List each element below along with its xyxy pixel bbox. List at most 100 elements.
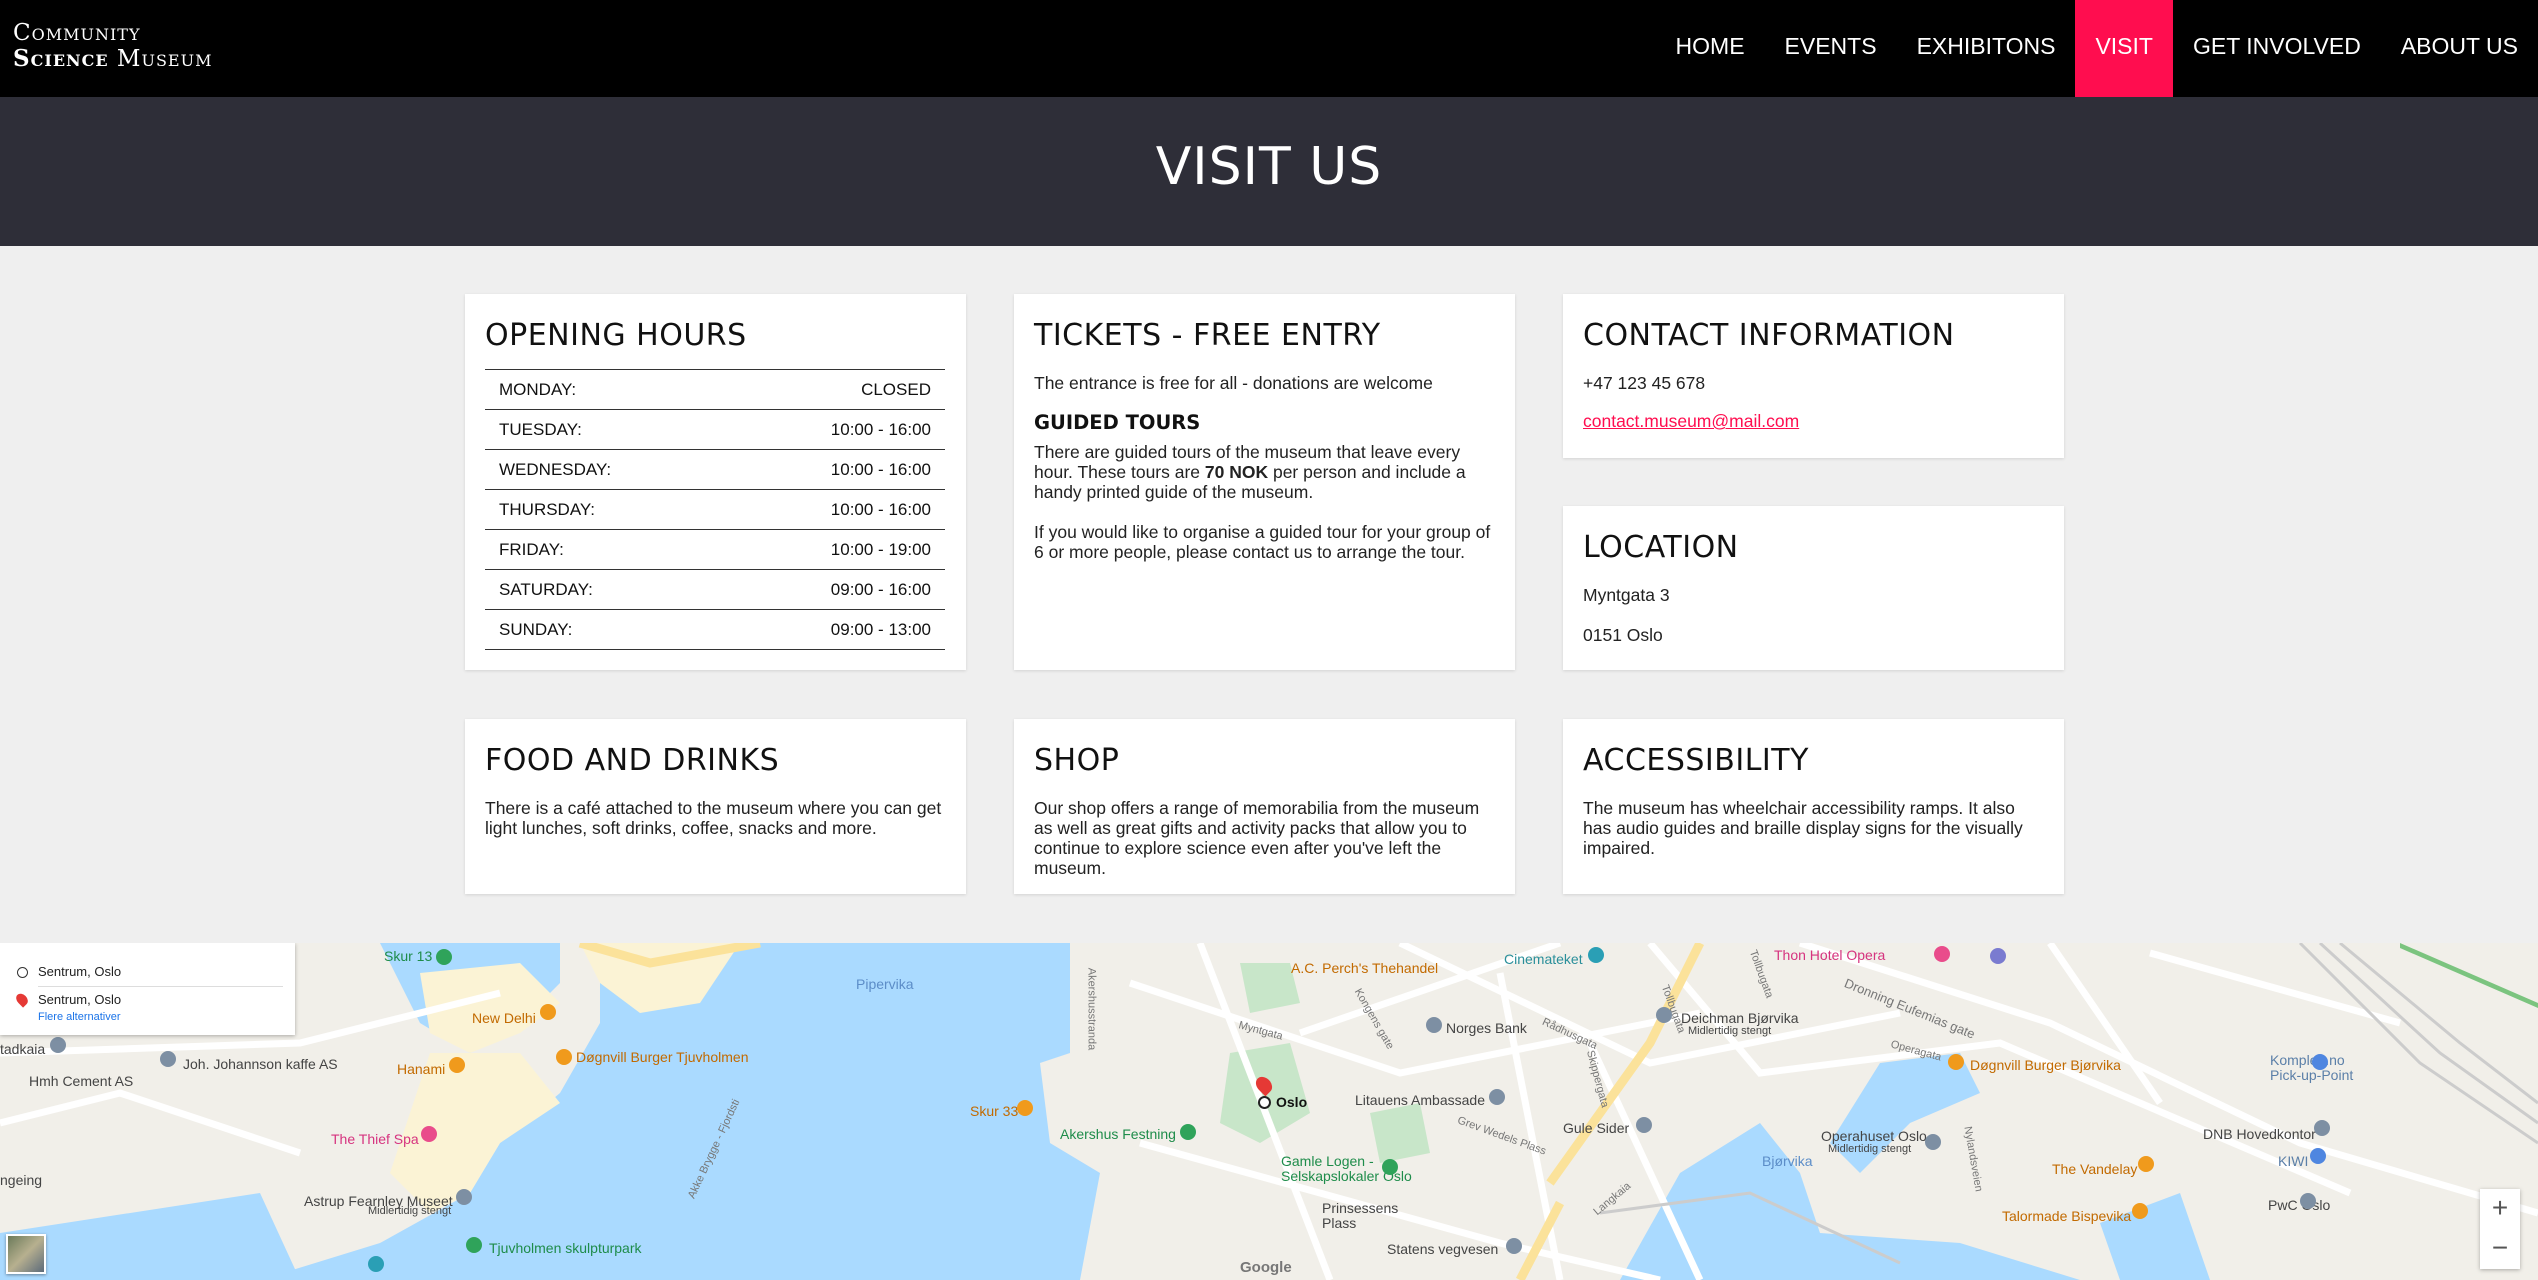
map-label[interactable]: A.C. Perch's Thehandel xyxy=(1291,960,1438,976)
logo-museum: Museum xyxy=(116,46,213,72)
map-label: Hmh Cement AS xyxy=(29,1073,134,1089)
map-label[interactable]: New Delhi xyxy=(472,1010,536,1026)
direction-to[interactable]: Sentrum, Oslo xyxy=(38,992,121,1007)
poi-marker[interactable] xyxy=(1426,1017,1442,1033)
top-navbar: Community Science Museum HOME EVENTS EXH… xyxy=(0,0,2538,97)
map-label[interactable]: Talormade Bispevika xyxy=(2002,1208,2131,1224)
map-label[interactable]: Norges Bank xyxy=(1446,1020,1527,1036)
map-label: Prinsessens Plass xyxy=(1322,1200,1399,1231)
map-label[interactable]: Skur 33 xyxy=(970,1103,1018,1119)
food-title: FOOD AND DRINKS xyxy=(485,743,780,778)
map-label[interactable]: Operahuset Oslo xyxy=(1821,1128,1927,1144)
map-label[interactable]: Døgnvill Burger Tjuvholmen xyxy=(576,1049,748,1065)
map-label: Midlertidig stengt xyxy=(1688,1025,1772,1037)
table-row: THURSDAY: 10:00 - 16:00 xyxy=(485,489,945,530)
logo-science: Science xyxy=(13,45,109,72)
map-label[interactable]: DNB Hovedkontor xyxy=(2203,1126,2316,1142)
poi-marker[interactable] xyxy=(1180,1124,1196,1140)
embedded-map[interactable]: Skur 13 Pipervika New Delhi Døgnvill Bur… xyxy=(0,943,2538,1280)
poi-marker[interactable] xyxy=(1990,948,2006,964)
poi-marker[interactable] xyxy=(1925,1134,1941,1150)
contact-email-link[interactable]: contact.museum@mail.com xyxy=(1583,411,1799,431)
poi-marker[interactable] xyxy=(1588,947,1604,963)
poi-marker[interactable] xyxy=(2310,1148,2326,1164)
map-label[interactable]: Gamle Logen - Selskapslokaler Oslo xyxy=(1281,1154,1421,1184)
day-label: SATURDAY: xyxy=(485,569,726,610)
poi-marker[interactable] xyxy=(456,1189,472,1205)
time-value: 10:00 - 16:00 xyxy=(725,409,945,450)
map-label[interactable]: The Vandelay xyxy=(2052,1161,2137,1177)
poi-marker[interactable] xyxy=(2300,1193,2316,1209)
poi-marker[interactable] xyxy=(368,1256,384,1272)
poi-marker[interactable] xyxy=(2132,1203,2148,1219)
time-value: 09:00 - 16:00 xyxy=(725,569,945,610)
map-label[interactable]: Gule Sider xyxy=(1563,1120,1629,1136)
map-label[interactable]: Tjuvholmen skulpturpark xyxy=(489,1240,642,1256)
accessibility-text: The museum has wheelchair accessibility … xyxy=(1583,798,2023,858)
nav-item-home[interactable]: HOME xyxy=(1656,0,1765,97)
satellite-toggle[interactable] xyxy=(6,1234,46,1274)
poi-marker[interactable] xyxy=(449,1057,465,1073)
contact-title: CONTACT INFORMATION xyxy=(1583,318,1955,353)
zoom-in-button[interactable]: + xyxy=(2480,1189,2520,1229)
map-label[interactable]: Cinemateket xyxy=(1504,951,1583,967)
map-label: Pipervika xyxy=(856,976,914,992)
destination-pin-icon xyxy=(13,991,31,1008)
poi-marker[interactable] xyxy=(1382,1159,1398,1175)
poi-marker[interactable] xyxy=(1506,1238,1522,1254)
map-label[interactable]: Statens vegvesen xyxy=(1387,1241,1498,1257)
location-title: LOCATION xyxy=(1583,530,1739,565)
poi-marker[interactable] xyxy=(1948,1054,1964,1070)
map-label[interactable]: The Thief Spa xyxy=(331,1131,419,1147)
direction-from[interactable]: Sentrum, Oslo xyxy=(38,964,121,979)
map-label[interactable]: Thon Hotel Opera xyxy=(1774,947,1885,963)
map-label[interactable]: KIWI xyxy=(2278,1153,2308,1169)
main-menu: HOME EVENTS EXHIBITONS VISIT GET INVOLVE… xyxy=(1656,0,2538,97)
map-canvas[interactable] xyxy=(0,943,2538,1280)
poi-marker[interactable] xyxy=(466,1237,482,1253)
food-text: There is a café attached to the museum w… xyxy=(485,798,942,838)
nav-item-events[interactable]: EVENTS xyxy=(1765,0,1897,97)
nav-item-get-involved[interactable]: GET INVOLVED xyxy=(2173,0,2381,97)
table-row: FRIDAY: 10:00 - 19:00 xyxy=(485,529,945,570)
nav-item-visit[interactable]: VISIT xyxy=(2075,0,2173,97)
group-tours-text: If you would like to organise a guided t… xyxy=(1034,522,1491,562)
poi-marker[interactable] xyxy=(540,1004,556,1020)
food-card: FOOD AND DRINKS There is a café attached… xyxy=(465,719,966,894)
map-label[interactable]: Deichman Bjørvika xyxy=(1681,1010,1798,1026)
contact-phone: +47 123 45 678 xyxy=(1583,373,1706,393)
poi-marker[interactable] xyxy=(1489,1089,1505,1105)
map-label[interactable]: Litauens Ambassade xyxy=(1355,1092,1485,1108)
poi-marker[interactable] xyxy=(1017,1100,1033,1116)
nav-item-about-us[interactable]: ABOUT US xyxy=(2381,0,2538,97)
time-value: 10:00 - 19:00 xyxy=(725,529,945,570)
poi-marker[interactable] xyxy=(2138,1156,2154,1172)
day-label: THURSDAY: xyxy=(485,489,726,530)
poi-marker[interactable] xyxy=(556,1049,572,1065)
logo-line-2: Science Museum xyxy=(13,45,213,73)
day-label: TUESDAY: xyxy=(485,409,726,450)
poi-marker[interactable] xyxy=(1656,1007,1672,1023)
poi-marker[interactable] xyxy=(1636,1117,1652,1133)
poi-marker[interactable] xyxy=(2312,1054,2328,1070)
poi-marker[interactable] xyxy=(160,1051,176,1067)
accessibility-title: ACCESSIBILITY xyxy=(1583,743,1809,778)
zoom-out-button[interactable]: − xyxy=(2480,1229,2520,1269)
map-label[interactable]: Skur 13 xyxy=(384,948,432,964)
site-logo[interactable]: Community Science Museum xyxy=(13,20,212,72)
opening-hours-title: OPENING HOURS xyxy=(485,318,747,353)
poi-marker[interactable] xyxy=(1934,946,1950,962)
poi-marker[interactable] xyxy=(50,1037,66,1053)
map-label[interactable]: Døgnvill Burger Bjørvika xyxy=(1970,1057,2121,1073)
map-label[interactable]: Akershus Festning xyxy=(1060,1126,1176,1142)
map-label[interactable]: Hanami xyxy=(397,1061,445,1077)
shop-card: SHOP Our shop offers a range of memorabi… xyxy=(1014,719,1515,894)
nav-item-exhibitions[interactable]: EXHIBITONS xyxy=(1897,0,2076,97)
poi-marker[interactable] xyxy=(421,1126,437,1142)
map-label: ngeing xyxy=(0,1172,43,1188)
time-value: CLOSED xyxy=(725,369,945,410)
poi-marker[interactable] xyxy=(2314,1120,2330,1136)
more-options-link[interactable]: Flere alternativer xyxy=(38,1011,121,1023)
poi-marker[interactable] xyxy=(436,949,452,965)
map-label[interactable]: Joh. Johannson kaffe AS xyxy=(183,1056,338,1072)
